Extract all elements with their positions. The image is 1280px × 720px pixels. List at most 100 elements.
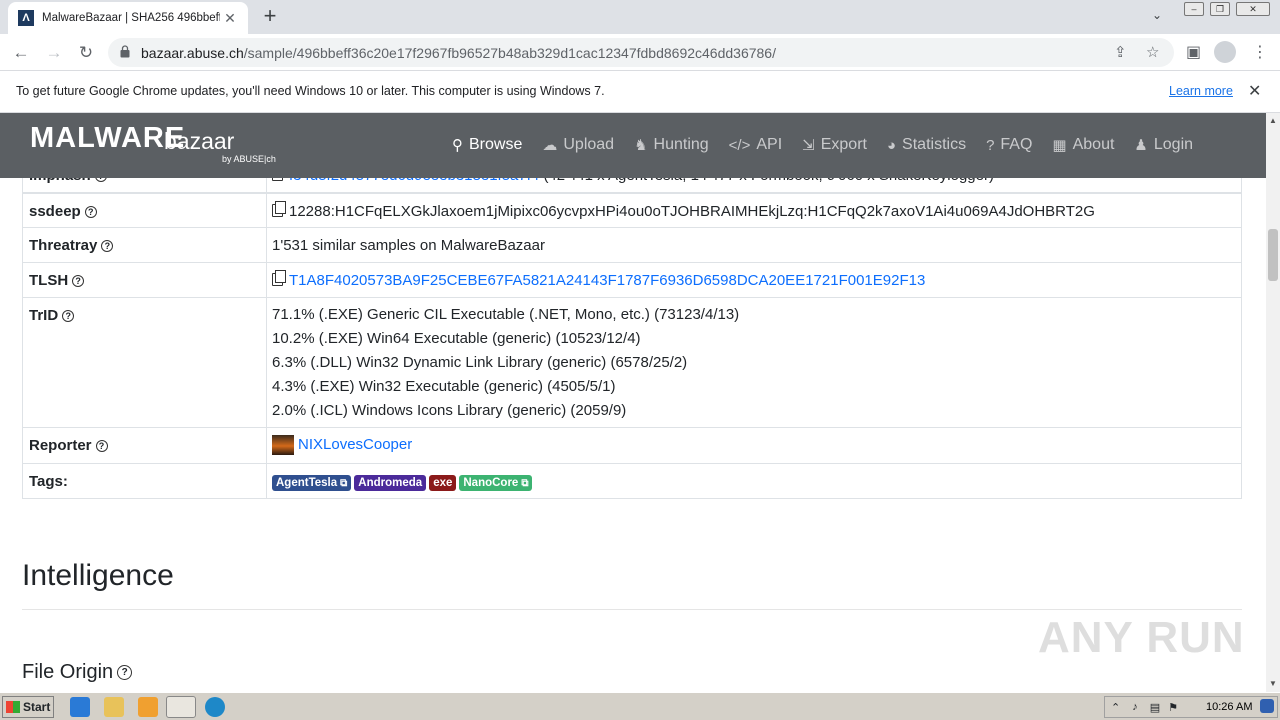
side-panel-icon[interactable]: ▣ [1186, 42, 1201, 62]
copy-icon[interactable] [272, 270, 286, 286]
reload-icon[interactable]: ↻ [75, 42, 97, 64]
chrome-menu-icon[interactable]: ⋮ [1252, 42, 1268, 62]
address-bar[interactable]: bazaar.abuse.ch/sample/496bbeff36c20e17f… [108, 38, 1174, 67]
file-explorer-icon[interactable] [104, 697, 124, 717]
row-key: TLSH? [23, 263, 267, 297]
row-key: ssdeep? [23, 194, 267, 227]
media-player-icon[interactable] [138, 697, 158, 717]
anyrun-watermark: ANY RUN [1038, 613, 1245, 662]
file-export-icon: ⇲ [802, 137, 815, 154]
share-icon[interactable]: ⇪ [1114, 43, 1127, 61]
scroll-down-icon[interactable]: ▼ [1269, 679, 1277, 688]
help-icon[interactable]: ? [101, 240, 114, 253]
nav-api[interactable]: </> API [729, 136, 782, 154]
row-key: Reporter? [23, 428, 267, 463]
table-row-reporter: Reporter? NIXLovesCooper [22, 428, 1242, 464]
trid-line: 71.1% (.EXE) Generic CIL Executable (.NE… [272, 306, 740, 323]
tab-title: MalwareBazaar | SHA256 496bbeff36c20e17f… [42, 12, 220, 24]
new-tab-button[interactable]: + [258, 5, 282, 29]
edge-icon[interactable] [205, 697, 225, 717]
help-icon[interactable]: ? [95, 440, 108, 453]
row-value: 1'531 similar samples on MalwareBazaar [267, 228, 1241, 262]
question-icon: ? [986, 136, 995, 154]
trid-line: 2.0% (.ICL) Windows Icons Library (gener… [272, 402, 627, 419]
site-nav-links: ⚲ Browse ☁ Upload ♞ Hunting </> API ⇲ Export … [452, 136, 1213, 154]
malwarebazaar-favicon-icon: Λ [18, 10, 34, 26]
close-window-button[interactable]: ✕ [1236, 2, 1270, 16]
external-link-icon: ⧉ [340, 478, 348, 489]
browser-toolbar: ← → ↻ bazaar.abuse.ch/sample/496bbeff36c… [0, 34, 1280, 71]
url-text[interactable]: bazaar.abuse.ch/sample/496bbeff36c20e17f… [141, 45, 776, 61]
taskbar-clock: 10:26 AM [1206, 701, 1253, 713]
intelligence-heading: Intelligence [22, 559, 174, 592]
row-key: Threatray? [23, 228, 267, 262]
help-icon[interactable]: ? [84, 206, 97, 219]
nav-upload[interactable]: ☁ Upload [542, 136, 614, 154]
tag-agenttesla[interactable]: AgentTesla ⧉ [272, 475, 352, 491]
nav-statistics[interactable]: ◕ Statistics [887, 136, 966, 154]
browser-tab[interactable]: Λ MalwareBazaar | SHA256 496bbeff36c20e1… [8, 2, 248, 34]
tag-andromeda[interactable]: Andromeda [354, 475, 427, 491]
restore-window-button[interactable]: ❐ [1210, 2, 1230, 16]
windows-taskbar: Start ⌃ ♪ ▤ ⚑ 10:26 AM [0, 692, 1280, 720]
search-icon: ⚲ [452, 137, 463, 154]
nav-login[interactable]: ♟ Login [1134, 136, 1193, 154]
row-value: 12288:H1CFqELXGkJlaxoem1jMipixc06ycvpxHP… [267, 194, 1241, 227]
action-center-flag-icon[interactable]: ⚑ [1168, 701, 1178, 714]
logo-bazaar[interactable]: bazaar [164, 128, 234, 155]
row-value: T1A8F4020573BA9F25CEBE67FA5821A24143F178… [267, 263, 1241, 297]
page-scrollbar[interactable]: ▲ ▼ [1266, 113, 1280, 692]
chrome-taskbar-button[interactable] [166, 696, 196, 718]
dog-icon: ♞ [634, 137, 648, 154]
nav-browse[interactable]: ⚲ Browse [452, 136, 522, 154]
infobar-close-icon[interactable]: ✕ [1248, 81, 1261, 101]
row-key: Tags: [23, 464, 267, 498]
code-icon: </> [728, 136, 751, 154]
volume-icon[interactable]: ♪ [1132, 701, 1138, 713]
nav-export[interactable]: ⇲ Export [802, 136, 867, 154]
network-icon[interactable]: ▤ [1150, 701, 1160, 714]
scroll-thumb[interactable] [1268, 229, 1278, 281]
forward-arrow-icon[interactable]: → [43, 42, 65, 64]
row-value: 71.1% (.EXE) Generic CIL Executable (.NE… [267, 298, 1241, 427]
learn-more-link[interactable]: Learn more [1169, 84, 1233, 98]
tab-search-chevron-icon[interactable]: ⌄ [1152, 8, 1162, 22]
help-icon[interactable]: ? [72, 275, 85, 288]
show-desktop-icon[interactable] [1260, 699, 1274, 713]
minimize-window-button[interactable]: – [1184, 2, 1204, 16]
nav-faq[interactable]: ? FAQ [986, 136, 1032, 154]
reporter-link[interactable]: NIXLovesCooper [298, 436, 412, 453]
back-arrow-icon[interactable]: ← [10, 42, 32, 64]
external-link-icon: ⧉ [521, 478, 529, 489]
start-button[interactable]: Start [2, 696, 54, 718]
tray-arrow-icon[interactable]: ⌃ [1111, 701, 1120, 714]
logo-malware[interactable]: MALWARE [30, 122, 185, 155]
page-content: imphash? f34d5f2d4577ed6d9eeeb318e1f5a7f… [0, 113, 1266, 692]
tag-nanocore[interactable]: NanoCore ⧉ [459, 475, 533, 491]
threatray-value: 1'531 similar samples on MalwareBazaar [272, 237, 545, 254]
nav-hunting[interactable]: ♞ Hunting [634, 136, 709, 154]
cloud-upload-icon: ☁ [542, 137, 558, 154]
copy-icon[interactable] [272, 201, 286, 217]
building-icon: ▦ [1052, 137, 1067, 154]
help-icon[interactable]: ? [62, 310, 75, 323]
tab-strip: Λ MalwareBazaar | SHA256 496bbeff36c20e1… [0, 0, 1280, 34]
pie-chart-icon: ◕ [886, 136, 897, 154]
table-row-ssdeep: ssdeep? 12288:H1CFqELXGkJlaxoem1jMipixc0… [22, 193, 1242, 228]
profile-avatar-icon[interactable] [1214, 41, 1236, 63]
nav-about[interactable]: ▦ About [1052, 136, 1114, 154]
tag-exe[interactable]: exe [429, 475, 457, 491]
update-infobar: To get future Google Chrome updates, you… [0, 71, 1280, 113]
tlsh-link[interactable]: T1A8F4020573BA9F25CEBE67FA5821A24143F178… [289, 272, 925, 289]
bookmark-star-icon[interactable]: ☆ [1146, 43, 1159, 61]
scroll-up-icon[interactable]: ▲ [1269, 116, 1277, 125]
trid-line: 4.3% (.EXE) Win32 Executable (generic) (… [272, 378, 616, 395]
internet-explorer-icon[interactable] [70, 697, 90, 717]
help-icon[interactable]: ? [117, 665, 133, 681]
trid-line: 6.3% (.DLL) Win32 Dynamic Link Library (… [272, 354, 688, 371]
site-navbar: MALWARE bazaar by ABUSE|ch ⚲ Browse ☁ Uplo… [0, 113, 1266, 178]
divider [22, 609, 1242, 610]
tab-close-icon[interactable]: ✕ [222, 10, 238, 27]
table-row-tlsh: TLSH? T1A8F4020573BA9F25CEBE67FA5821A241… [22, 263, 1242, 298]
file-origin-heading: File Origin? [22, 661, 133, 684]
